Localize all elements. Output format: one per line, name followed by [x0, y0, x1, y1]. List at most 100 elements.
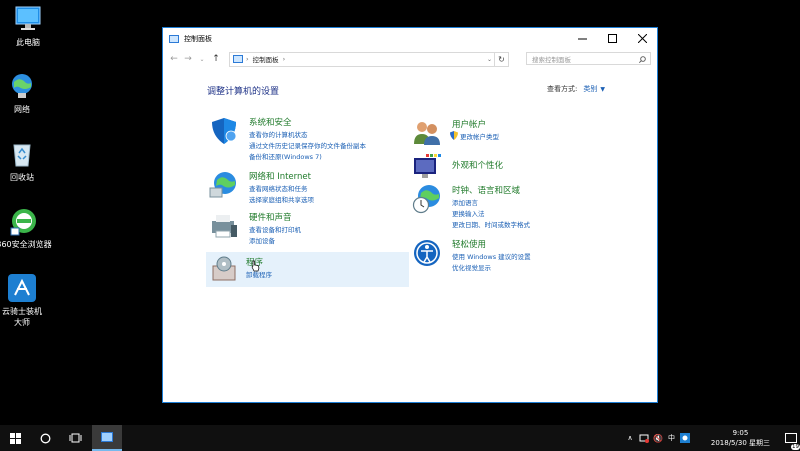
category-title[interactable]: 外观和个性化 — [452, 159, 503, 171]
chevron-up-icon[interactable]: ∧ — [624, 434, 636, 442]
category-network-internet: 网络和 Internet 查看网络状态和任务 选择家庭组和共享选项 — [209, 170, 409, 206]
view-mode-value[interactable]: 类别 — [583, 85, 597, 93]
task-view-button[interactable] — [60, 425, 90, 451]
recent-dropdown-icon[interactable]: ⌄ — [195, 56, 209, 63]
minimize-icon — [577, 38, 587, 40]
desktop-icon-label: 网络 — [14, 105, 30, 114]
users-icon — [414, 122, 440, 145]
notification-badge: 19 — [791, 443, 800, 450]
programs-icon — [212, 256, 236, 281]
window-title: 控制面板 — [184, 34, 212, 43]
start-button[interactable] — [0, 425, 30, 451]
recycle-bin-icon — [13, 144, 31, 167]
notification-icon — [785, 432, 797, 443]
maximize-button[interactable] — [597, 28, 627, 49]
forward-arrow-icon[interactable]: → — [181, 54, 195, 64]
volume-muted-icon[interactable]: 🔇 — [653, 434, 663, 443]
category-title[interactable]: 时钟、语言和区域 — [452, 184, 520, 196]
search-placeholder: 搜索控制面板 — [532, 55, 571, 64]
category-title[interactable]: 硬件和声音 — [249, 211, 292, 223]
category-title[interactable]: 轻松使用 — [452, 238, 486, 250]
windows-logo-icon — [9, 432, 21, 444]
category-link[interactable]: 更改帐户类型 — [460, 131, 499, 141]
up-arrow-icon[interactable]: ↑ — [209, 54, 223, 64]
desktop-icon-label: 回收站 — [10, 173, 34, 182]
desktop-icon-yunqishi[interactable]: 云骑士装机大师 — [0, 273, 50, 328]
desktop-icon-label: 360安全浏览器 — [0, 240, 52, 249]
category-link[interactable]: 查看你的计算机状态 — [249, 129, 308, 139]
printer-icon — [212, 215, 237, 238]
control-panel-icon — [233, 55, 243, 63]
category-appearance: 外观和个性化 — [412, 152, 612, 178]
task-view-icon — [69, 433, 81, 443]
category-title[interactable]: 系统和安全 — [249, 116, 292, 128]
control-panel-icon — [101, 432, 113, 442]
category-ease-of-access: 轻松使用 使用 Windows 建议的设置 优化视觉显示 — [412, 238, 612, 274]
view-mode-label: 查看方式: — [547, 85, 578, 93]
desktop-icon-network[interactable]: 网络 — [0, 71, 50, 115]
computer-icon — [15, 6, 41, 30]
search-icon — [639, 56, 646, 63]
maximize-icon — [607, 34, 617, 43]
title-bar[interactable]: 控制面板 — [163, 28, 657, 49]
back-arrow-icon[interactable]: ← — [167, 54, 181, 64]
category-link[interactable]: 查看设备和打印机 — [249, 224, 301, 234]
control-panel-window: 控制面板 ← → ⌄ ↑ › 控制面板 › ⌄ ↻ 搜索控制面板 调整计算机的设… — [162, 27, 658, 403]
shield-icon — [212, 118, 237, 144]
network-globe-icon — [209, 172, 236, 198]
desktop-icon-label: 云骑士装机大师 — [2, 307, 42, 327]
control-panel-icon — [169, 34, 179, 43]
refresh-icon[interactable]: ↻ — [494, 52, 508, 66]
close-button[interactable] — [627, 28, 657, 49]
category-link[interactable]: 备份和还原(Windows 7) — [249, 151, 322, 161]
view-mode-selector: 查看方式: 类别 ▼ — [547, 84, 605, 94]
breadcrumb-separator: › — [246, 55, 249, 63]
category-hardware-sound: 硬件和声音 查看设备和打印机 添加设备 — [209, 211, 409, 247]
desktop-icon-label: 此电脑 — [16, 38, 40, 47]
category-link[interactable]: 更换输入法 — [452, 208, 485, 218]
category-clock-language-region: 时钟、语言和区域 添加语言 更换输入法 更改日期、时间或数字格式 — [412, 184, 612, 232]
network-icon — [12, 74, 32, 98]
category-programs[interactable]: 程序 卸载程序 — [206, 252, 409, 287]
taskbar: ∧ 🔇 中 9:05 2018/5/30 星期三 19 — [0, 425, 800, 451]
breadcrumb-separator: › — [282, 55, 286, 63]
yunqishi-icon — [8, 274, 36, 302]
address-dropdown-icon[interactable]: ⌄ — [487, 53, 492, 66]
category-link[interactable]: 优化视觉显示 — [452, 262, 491, 272]
breadcrumb-control-panel[interactable]: 控制面板 — [253, 54, 279, 64]
app-tray-icon[interactable] — [679, 433, 690, 443]
category-title[interactable]: 网络和 Internet — [249, 170, 311, 182]
desktop-icon-360-browser[interactable]: 360安全浏览器 — [0, 206, 52, 250]
clock-date: 2018/5/30 星期三 — [710, 439, 770, 447]
category-link[interactable]: 使用 Windows 建议的设置 — [452, 251, 531, 261]
network-status-icon[interactable] — [639, 434, 649, 443]
minimize-button[interactable] — [567, 28, 597, 49]
page-title: 调整计算机的设置 — [207, 87, 280, 97]
address-bar[interactable]: › 控制面板 › ⌄ ↻ — [229, 51, 509, 67]
clock-globe-icon — [412, 185, 440, 214]
category-link[interactable]: 添加语言 — [452, 197, 478, 207]
chevron-down-icon[interactable]: ▼ — [600, 86, 605, 93]
category-link[interactable]: 通过文件历史记录保存你的文件备份副本 — [249, 140, 366, 150]
category-link[interactable]: 查看网络状态和任务 — [249, 183, 308, 193]
browser-360-icon — [10, 209, 36, 236]
category-link[interactable]: 添加设备 — [249, 235, 275, 245]
appearance-icon — [414, 154, 441, 178]
action-center-button[interactable]: 19 — [782, 425, 800, 451]
desktop-icon-this-pc[interactable]: 此电脑 — [0, 4, 56, 48]
clock-time: 9:05 — [732, 429, 749, 437]
category-link[interactable]: 选择家庭组和共享选项 — [249, 194, 314, 204]
category-link[interactable]: 更改日期、时间或数字格式 — [452, 219, 530, 229]
clock[interactable]: 9:05 2018/5/30 星期三 — [711, 428, 770, 448]
close-icon — [637, 34, 647, 43]
category-title[interactable]: 用户帐户 — [452, 118, 486, 130]
ime-indicator[interactable]: 中 — [668, 433, 675, 443]
category-user-accounts: 用户帐户 更改帐户类型 — [412, 118, 612, 145]
cortana-button[interactable] — [30, 425, 60, 451]
cortana-circle-icon — [40, 433, 50, 443]
search-input[interactable]: 搜索控制面板 — [526, 52, 651, 65]
accessibility-icon — [414, 240, 440, 266]
desktop-icon-recycle-bin[interactable]: 回收站 — [0, 139, 50, 183]
system-tray: ∧ 🔇 中 — [624, 425, 690, 451]
taskbar-control-panel[interactable] — [92, 425, 122, 451]
